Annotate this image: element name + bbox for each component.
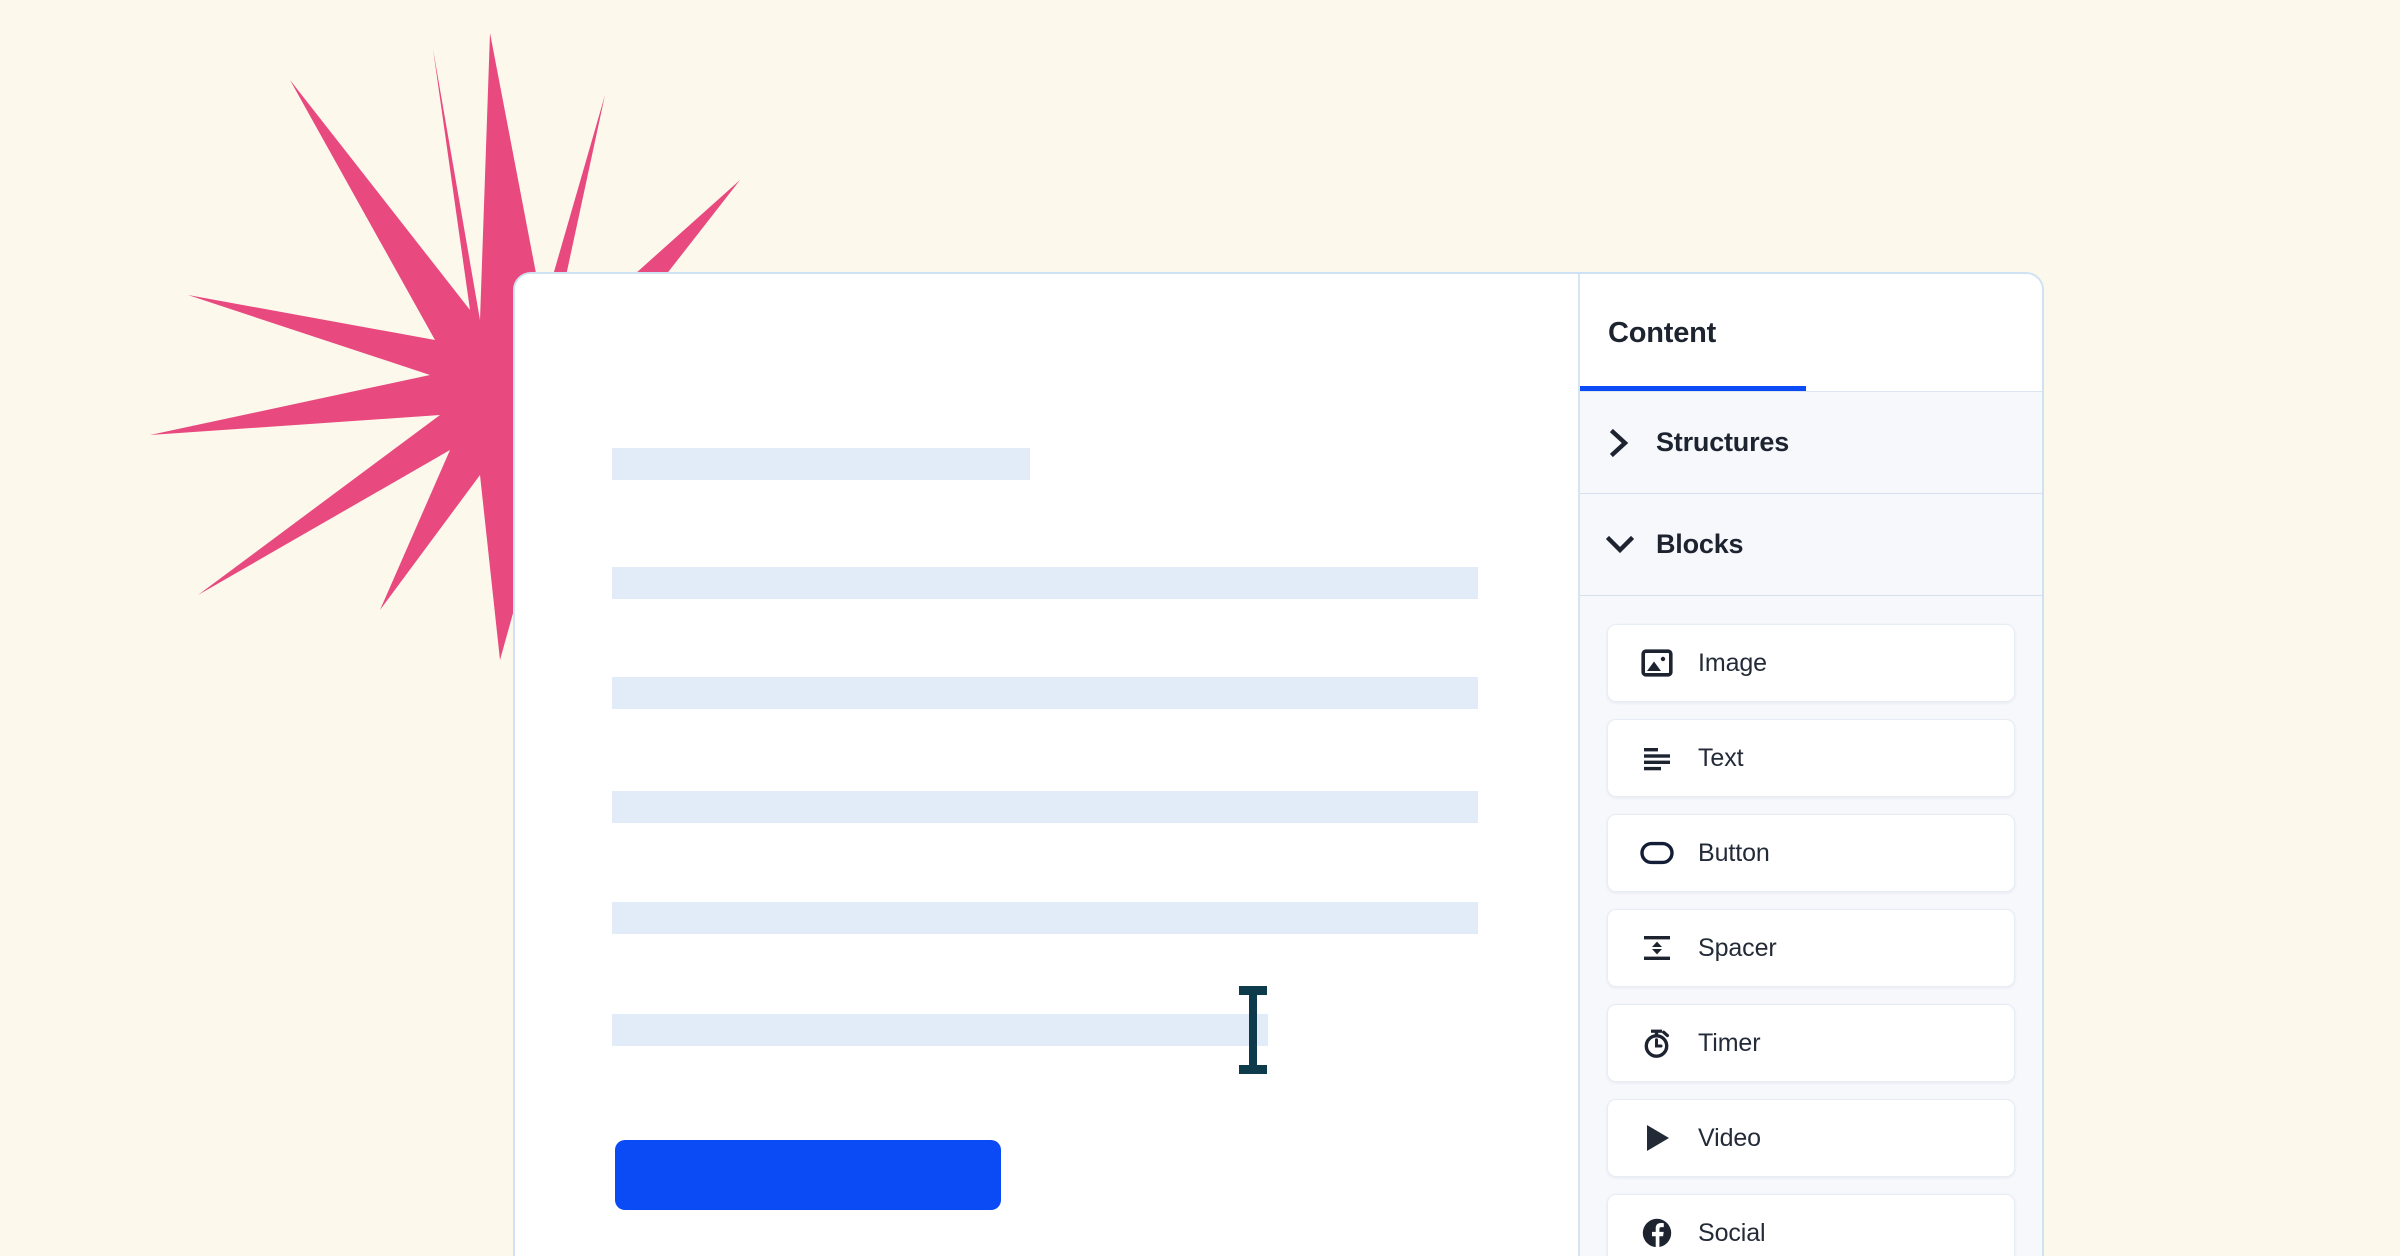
sidebar-section-blocks-label: Blocks: [1656, 529, 1744, 559]
cta-button-placeholder[interactable]: [615, 1140, 1001, 1210]
block-item-timer-label: Timer: [1698, 1028, 1761, 1057]
block-item-image-label: Image: [1698, 648, 1767, 677]
block-item-social-label: Social: [1698, 1218, 1766, 1247]
chevron-down-icon: [1606, 531, 1634, 559]
editor-window: Content Structures Blocks Image Text But…: [513, 272, 2044, 1256]
tab-content[interactable]: Content: [1580, 274, 1806, 392]
block-item-button[interactable]: Button: [1607, 814, 2015, 892]
block-item-button-label: Button: [1698, 838, 1770, 867]
image-icon: [1640, 646, 1674, 680]
tab-active-underline: [1580, 386, 1806, 391]
text-cursor-icon: [1239, 986, 1267, 1074]
block-item-spacer-label: Spacer: [1698, 933, 1777, 962]
spacer-icon: [1640, 931, 1674, 965]
button-pill-icon: [1640, 836, 1674, 870]
text-lines-icon: [1640, 741, 1674, 775]
content-sidebar: Content Structures Blocks Image Text But…: [1578, 274, 2042, 1256]
skeleton-bar: [612, 1014, 1268, 1046]
sidebar-section-structures[interactable]: Structures: [1580, 392, 2042, 494]
block-item-timer[interactable]: Timer: [1607, 1004, 2015, 1082]
block-item-video-label: Video: [1698, 1123, 1761, 1152]
facebook-icon: [1640, 1216, 1674, 1250]
skeleton-bar: [612, 567, 1478, 599]
timer-icon: [1640, 1026, 1674, 1060]
play-icon: [1640, 1121, 1674, 1155]
block-item-video[interactable]: Video: [1607, 1099, 2015, 1177]
chevron-right-icon: [1606, 428, 1634, 457]
sidebar-section-structures-label: Structures: [1656, 427, 1790, 457]
blocks-list: Image Text Button Spacer Timer Video Soc…: [1580, 596, 2042, 1256]
block-item-image[interactable]: Image: [1607, 624, 2015, 702]
skeleton-bar: [612, 448, 1030, 480]
skeleton-bar: [612, 677, 1478, 709]
skeleton-bar: [612, 791, 1478, 823]
tab-content-label: Content: [1608, 316, 1717, 349]
block-item-text-label: Text: [1698, 743, 1744, 772]
skeleton-bar: [612, 902, 1478, 934]
sidebar-tabbar: Content: [1580, 274, 2042, 392]
sidebar-section-blocks[interactable]: Blocks: [1580, 494, 2042, 596]
block-item-spacer[interactable]: Spacer: [1607, 909, 2015, 987]
block-item-text[interactable]: Text: [1607, 719, 2015, 797]
email-canvas[interactable]: [515, 274, 1578, 1256]
block-item-social[interactable]: Social: [1607, 1194, 2015, 1256]
